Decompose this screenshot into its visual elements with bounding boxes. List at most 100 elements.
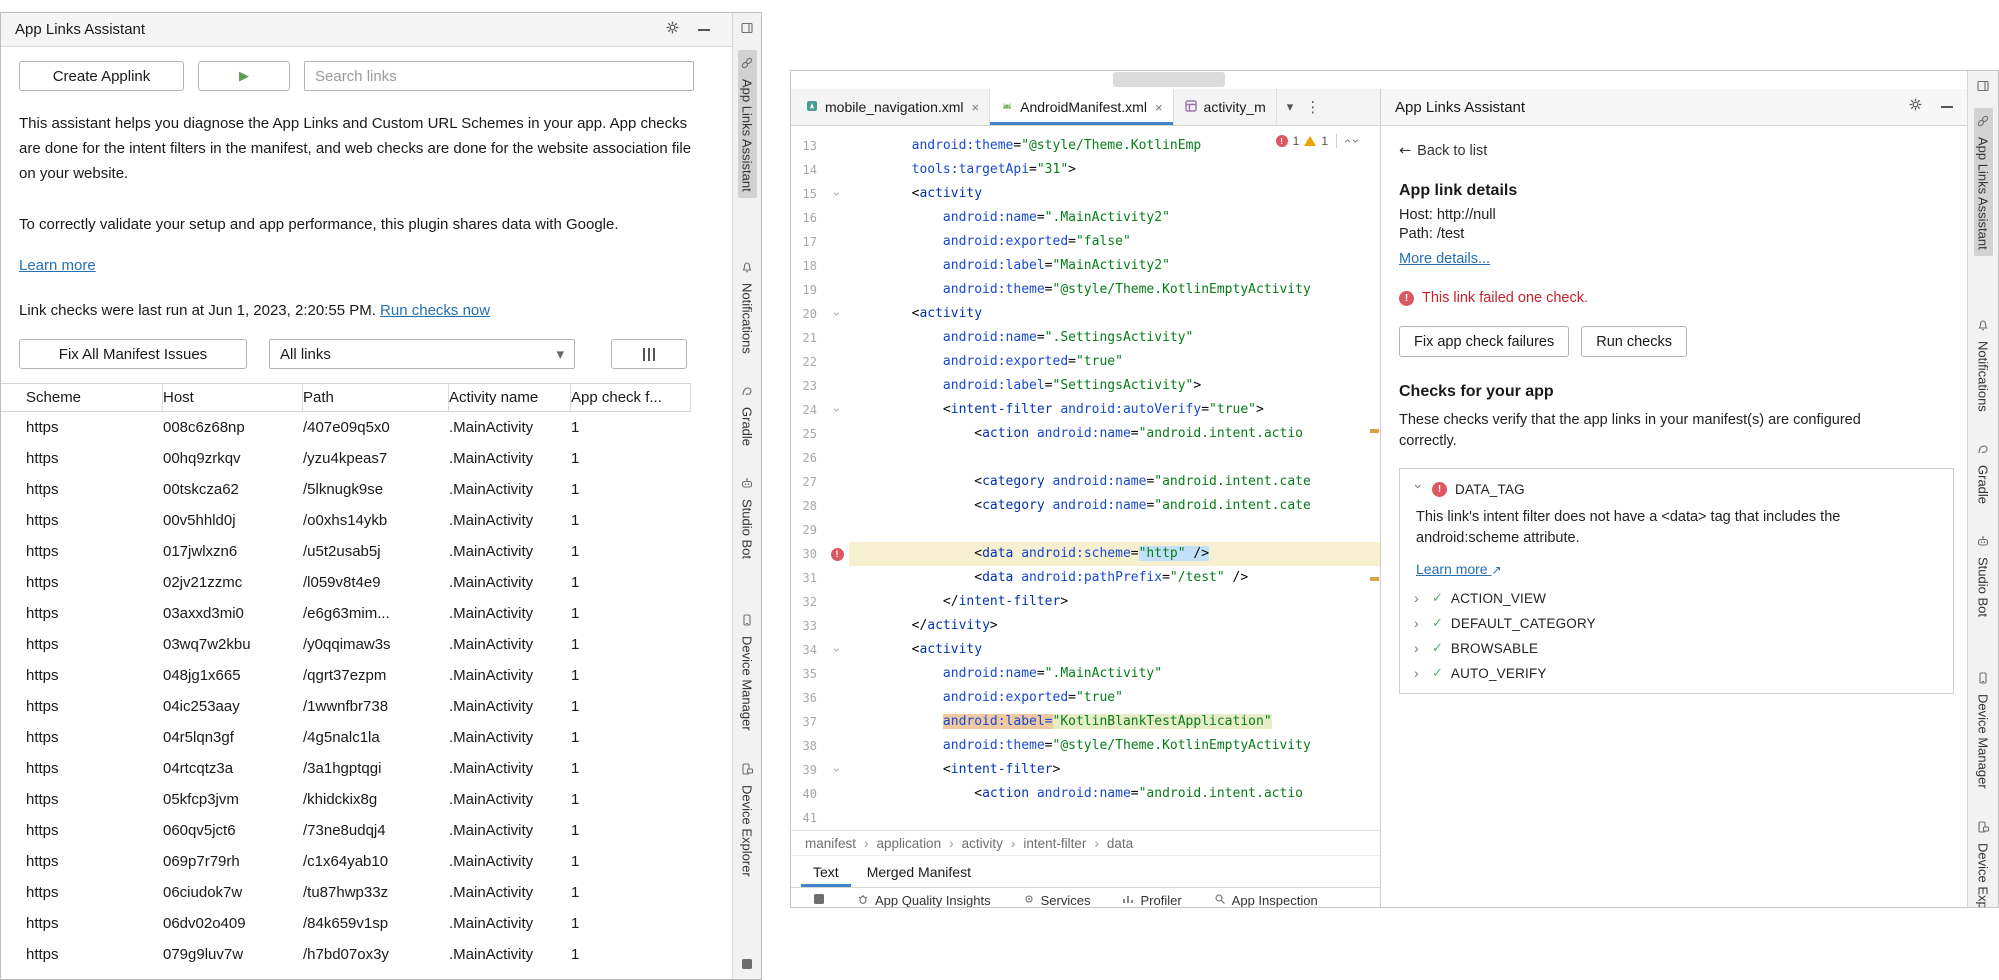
table-row[interactable]: https017jwlxzn6/u5t2usab5j.MainActivity1 <box>1 536 691 567</box>
table-cell: https <box>26 450 163 467</box>
breadcrumb-item[interactable]: application <box>877 836 942 851</box>
minimize-icon[interactable] <box>698 29 710 31</box>
table-row[interactable]: https03axxd3mi0/e6g63mim....MainActivity… <box>1 598 691 629</box>
tool-strip-item-device-manager[interactable]: Device Manager <box>1974 665 1993 795</box>
tool-strip-item-gradle[interactable]: Gradle <box>738 378 757 452</box>
breadcrumb-item[interactable]: data <box>1107 836 1133 851</box>
close-tab-icon[interactable]: × <box>1155 100 1163 115</box>
breadcrumb-item[interactable]: activity <box>962 836 1003 851</box>
learn-more-link[interactable]: Learn more ↗ <box>1416 561 1502 577</box>
editor-view-tab-text[interactable]: Text <box>801 856 851 887</box>
editor-tab[interactable]: mobile_navigation.xml× <box>795 89 990 125</box>
run-checks-button[interactable]: Run checks <box>1581 326 1687 357</box>
panel-header[interactable]: App Links Assistant <box>1381 89 1967 126</box>
run-button[interactable]: ▶ <box>198 61 290 91</box>
fix-all-manifest-issues-button[interactable]: Fix All Manifest Issues <box>19 339 247 369</box>
tool-strip-item-app-links-assistant[interactable]: App Links Assistant <box>738 50 757 198</box>
tool-window-button-profiler[interactable]: Profiler <box>1122 893 1181 907</box>
table-row[interactable]: https02jv21zzmc/l059v8t4e9.MainActivity1 <box>1 567 691 598</box>
learn-more-link[interactable]: Learn more <box>19 257 732 274</box>
table-row[interactable]: https00tskcza62/5lknugk9se.MainActivity1 <box>1 474 691 505</box>
check-row-action-view[interactable]: ›✓ACTION_VIEW <box>1414 590 1939 606</box>
table-cell: https <box>26 915 163 932</box>
table-cell: https <box>26 729 163 746</box>
window-titlebar[interactable]: App Links Assistant <box>1 13 732 47</box>
device-manager-icon <box>740 613 754 632</box>
window-title: App Links Assistant <box>15 21 145 38</box>
table-row[interactable]: https04ic253aay/1wwnfbr738.MainActivity1 <box>1 691 691 722</box>
bell-icon <box>740 260 754 279</box>
code-editor[interactable]: 13 android:theme="@style/Theme.KotlinEmp… <box>791 126 1380 830</box>
table-row[interactable]: https00hq9zrkqv/yzu4kpeas7.MainActivity1 <box>1 443 691 474</box>
run-checks-now-link[interactable]: Run checks now <box>380 302 490 319</box>
table-row[interactable]: https03wq7w2kbu/y0qqimaw3s.MainActivity1 <box>1 629 691 660</box>
table-row[interactable]: https06ciudok7w/tu87hwp33z.MainActivity1 <box>1 877 691 908</box>
editor-tab[interactable]: AndroidManifest.xml× <box>990 89 1173 125</box>
error-stripe-mark[interactable] <box>1370 429 1379 433</box>
tool-strip-item-device-manager[interactable]: Device Manager <box>738 607 757 737</box>
create-applink-button[interactable]: Create Applink <box>19 61 184 91</box>
column-header[interactable]: Activity name <box>449 384 571 411</box>
table-row[interactable]: https048jg1x665/qgrt37ezpm.MainActivity1 <box>1 660 691 691</box>
column-header[interactable]: Host <box>163 384 303 411</box>
fold-icon[interactable]: › <box>825 398 849 422</box>
tool-window-button-app-inspection[interactable]: App Inspection <box>1214 893 1318 907</box>
table-row[interactable]: https060qv5jct6/73ne8udqj4.MainActivity1 <box>1 815 691 846</box>
tool-strip-item-notifications[interactable]: Notifications <box>738 254 757 360</box>
links-filter-dropdown[interactable]: All links ▾ <box>269 339 575 369</box>
table-row[interactable]: https04r5lqn3gf/4g5nalc1la.MainActivity1 <box>1 722 691 753</box>
column-header[interactable]: Scheme <box>26 384 163 411</box>
check-row-auto-verify[interactable]: ›✓AUTO_VERIFY <box>1414 665 1939 681</box>
tool-strip-item-gradle[interactable]: Gradle <box>1974 436 1993 510</box>
table-row[interactable]: https06dv02o409/84k659v1sp.MainActivity1 <box>1 908 691 939</box>
tool-window-button-services[interactable]: Services <box>1023 893 1091 907</box>
tool-strip-item-studio-bot[interactable]: Studio Bot <box>1974 528 1993 623</box>
column-header[interactable]: App check f... <box>571 384 691 411</box>
table-row[interactable]: https00v5hhld0j/o0xhs14ykb.MainActivity1 <box>1 505 691 536</box>
tool-strip-item-device-explorer[interactable]: Device Explorer <box>738 756 757 883</box>
tool-strip-item-app-links-assistant[interactable]: App Links Assistant <box>1974 108 1993 256</box>
close-tab-icon[interactable]: × <box>972 100 980 115</box>
error-gutter-icon[interactable]: ! <box>825 542 849 566</box>
layout-file-icon <box>1184 99 1198 116</box>
error-stripe-mark[interactable] <box>1370 577 1379 581</box>
column-header[interactable]: Path <box>303 384 449 411</box>
table-row[interactable]: https079g9luv7w/h7bd07ox3y.MainActivity1 <box>1 939 691 970</box>
table-row[interactable]: https05kfcp3jvm/khidckix8g.MainActivity1 <box>1 784 691 815</box>
inspections-widget[interactable]: ! 1 1 › › <box>1272 132 1362 150</box>
tool-strip-item-device-explorer[interactable]: Device Explorer <box>1974 814 1993 907</box>
editor-view-tab-merged-manifest[interactable]: Merged Manifest <box>855 856 983 887</box>
gear-icon[interactable] <box>1908 97 1923 117</box>
columns-button[interactable] <box>611 339 687 369</box>
fold-icon[interactable]: › <box>825 182 849 206</box>
more-options-icon[interactable]: ⋮ <box>1305 98 1320 116</box>
code-text: android:exported="true" <box>849 350 1380 374</box>
check-row-browsable[interactable]: ›✓BROWSABLE <box>1414 640 1939 656</box>
tool-strip-item-studio-bot[interactable]: Studio Bot <box>738 470 757 565</box>
table-row[interactable]: https008c6z68np/407e09q5x0.MainActivity1 <box>1 412 691 443</box>
breadcrumb-item[interactable]: manifest <box>805 836 856 851</box>
table-row[interactable]: https069p7r79rh/c1x64yab10.MainActivity1 <box>1 846 691 877</box>
tabs-dropdown-icon[interactable]: ▾ <box>1287 100 1294 115</box>
fold-icon[interactable]: › <box>825 758 849 782</box>
next-issue-icon[interactable]: › <box>1349 139 1363 143</box>
tool-window-button-app-quality-insights[interactable]: App Quality Insights <box>857 893 991 907</box>
fix-app-check-failures-button[interactable]: Fix app check failures <box>1399 326 1569 357</box>
more-details-link[interactable]: More details... <box>1399 251 1490 267</box>
fold-icon[interactable]: › <box>825 302 849 326</box>
table-row[interactable]: https04rtcqtz3a/3a1hgptqgi.MainActivity1 <box>1 753 691 784</box>
back-to-list-link[interactable]: ← Back to list <box>1399 143 1487 159</box>
breadcrumb-item[interactable]: intent-filter <box>1023 836 1086 851</box>
fold-icon[interactable]: › <box>825 638 849 662</box>
tool-window-button[interactable] <box>813 893 825 907</box>
search-links-input[interactable] <box>304 61 694 91</box>
minimize-icon[interactable] <box>1941 106 1953 108</box>
tool-strip-item-notifications[interactable]: Notifications <box>1974 312 1993 418</box>
table-cell: 1 <box>571 698 691 715</box>
editor-tab[interactable]: activity_m <box>1174 89 1277 125</box>
check-row-default-category[interactable]: ›✓DEFAULT_CATEGORY <box>1414 615 1939 631</box>
gear-icon[interactable] <box>665 20 680 40</box>
links-table-body: https008c6z68np/407e09q5x0.MainActivity1… <box>1 412 691 970</box>
android-studio-window: mobile_navigation.xml×AndroidManifest.xm… <box>790 70 1999 908</box>
check-row-data-tag[interactable]: › ! DATA_TAG <box>1414 481 1939 497</box>
